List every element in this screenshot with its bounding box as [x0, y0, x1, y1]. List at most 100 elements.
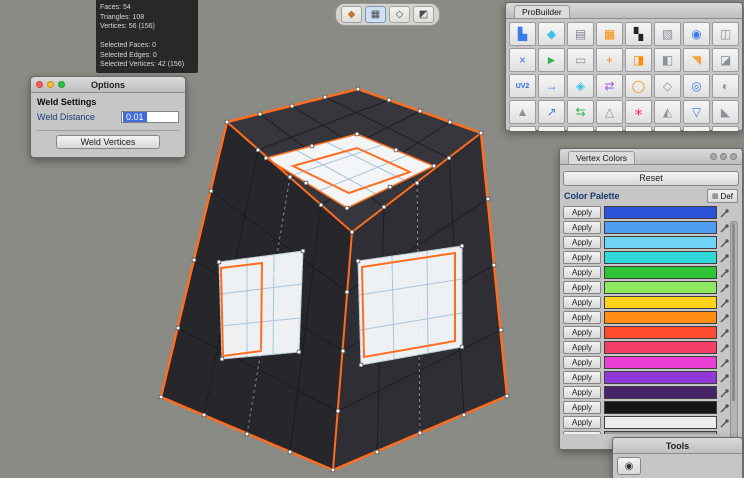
color-swatch[interactable]: [604, 236, 717, 249]
object-mode-icon[interactable]: ◆: [341, 6, 362, 23]
vertex-handle[interactable]: [331, 468, 335, 472]
color-swatch[interactable]: [604, 281, 717, 294]
vertex-handle[interactable]: [505, 394, 509, 398]
color-swatch[interactable]: [604, 326, 717, 339]
color-swatch[interactable]: [604, 416, 717, 429]
eyedropper-icon[interactable]: [720, 223, 730, 233]
vertex-handle[interactable]: [297, 350, 301, 354]
color-swatch[interactable]: [604, 221, 717, 234]
vertex-handle[interactable]: [202, 413, 206, 417]
vertex-colors-titlebar[interactable]: Vertex Colors: [560, 149, 742, 165]
eyedropper-icon[interactable]: [720, 358, 730, 368]
tools-titlebar[interactable]: Tools: [613, 438, 742, 454]
color-swatch[interactable]: [604, 266, 717, 279]
right-window[interactable]: [358, 246, 462, 365]
options-titlebar[interactable]: Options: [31, 77, 185, 93]
left-window[interactable]: [219, 251, 303, 359]
select-loop-icon[interactable]: ◇: [654, 74, 681, 98]
apply-button[interactable]: Apply: [563, 431, 601, 434]
vertex-handle[interactable]: [499, 328, 503, 332]
delete-faces-icon[interactable]: ◗: [596, 126, 623, 131]
vertex-handle[interactable]: [345, 290, 349, 294]
color-swatch[interactable]: [604, 311, 717, 324]
select-hole-icon[interactable]: ◎: [683, 74, 710, 98]
vertex-handle[interactable]: [217, 260, 221, 264]
new-shape-icon[interactable]: ▙: [509, 22, 536, 46]
apply-button[interactable]: Apply: [563, 206, 601, 219]
vertex-handle[interactable]: [387, 98, 391, 102]
generate-uv2-icon[interactable]: UV2: [509, 74, 536, 98]
eyedropper-icon[interactable]: [720, 403, 730, 413]
vertex-handle[interactable]: [264, 156, 268, 160]
weld-distance-input[interactable]: 0.01: [121, 111, 179, 123]
vertex-handle[interactable]: [220, 357, 224, 361]
vertex-handle[interactable]: [258, 112, 262, 116]
split-vertices-icon[interactable]: ◤: [509, 126, 536, 131]
edge-mode-icon[interactable]: ◇: [389, 6, 410, 23]
eyedropper-icon[interactable]: [720, 433, 730, 435]
vertex-handle[interactable]: [448, 120, 452, 124]
offset-elements-icon[interactable]: ▣: [712, 126, 739, 131]
vertex-colors-icon[interactable]: ▚: [625, 22, 652, 46]
vertex-handle[interactable]: [462, 413, 466, 417]
apply-button[interactable]: Apply: [563, 296, 601, 309]
color-swatch[interactable]: [604, 206, 717, 219]
vertex-handle[interactable]: [304, 181, 308, 185]
bevel-edges-icon[interactable]: △: [596, 100, 623, 124]
weld-vertices-button[interactable]: Weld Vertices: [56, 135, 161, 149]
apply-button[interactable]: Apply: [563, 401, 601, 414]
eyedropper-icon[interactable]: [720, 283, 730, 293]
vertex-handle[interactable]: [209, 189, 213, 193]
apply-button[interactable]: Apply: [563, 311, 601, 324]
vertex-handle[interactable]: [394, 148, 398, 152]
vertex-handle[interactable]: [319, 203, 323, 207]
window-dot-icon[interactable]: [730, 153, 737, 160]
subdivide-faces-icon[interactable]: ▞: [683, 126, 710, 131]
invert-selection-icon[interactable]: ⇄: [596, 74, 623, 98]
uv-editor-icon[interactable]: ▦: [596, 22, 623, 46]
apply-button[interactable]: Apply: [563, 266, 601, 279]
merge-faces-icon[interactable]: ◬: [625, 126, 652, 131]
flip-face-edge-icon[interactable]: ↔: [654, 126, 681, 131]
vertex-handle[interactable]: [176, 326, 180, 330]
new-poly-shape-icon[interactable]: ◆: [538, 22, 565, 46]
smoothing-editor-icon[interactable]: ▧: [654, 22, 681, 46]
vertex-handle[interactable]: [492, 263, 496, 267]
palette-scrollbar[interactable]: [730, 221, 738, 445]
reset-button[interactable]: Reset: [563, 171, 739, 186]
vertex-handle[interactable]: [225, 120, 229, 124]
vertex-handle[interactable]: [192, 258, 196, 262]
probuilder-titlebar[interactable]: ProBuilder: [506, 3, 742, 19]
connect-edges-icon[interactable]: ∗: [625, 100, 652, 124]
color-swatch[interactable]: [604, 386, 717, 399]
vertex-handle[interactable]: [288, 450, 292, 454]
extrude-faces-icon[interactable]: ↗: [538, 100, 565, 124]
eyedropper-icon[interactable]: [720, 298, 730, 308]
apply-button[interactable]: Apply: [563, 251, 601, 264]
select-by-material-icon[interactable]: ◐: [712, 74, 739, 98]
vertex-handle[interactable]: [323, 95, 327, 99]
eyedropper-icon[interactable]: [720, 238, 730, 248]
flip-normals-icon[interactable]: ×: [509, 48, 536, 72]
vertex-handle[interactable]: [486, 197, 490, 201]
vertex-handle[interactable]: [388, 185, 392, 189]
window-dot-icon[interactable]: [720, 153, 727, 160]
eyedropper-icon[interactable]: [720, 373, 730, 383]
vertex-handle[interactable]: [350, 230, 354, 234]
apply-button[interactable]: Apply: [563, 416, 601, 429]
apply-button[interactable]: Apply: [563, 341, 601, 354]
color-swatch[interactable]: [604, 431, 717, 434]
apply-button[interactable]: Apply: [563, 356, 601, 369]
vertex-handle[interactable]: [310, 144, 314, 148]
detach-faces-icon[interactable]: ◖: [567, 126, 594, 131]
eyedropper-icon[interactable]: [720, 418, 730, 428]
vertex-handle[interactable]: [355, 132, 359, 136]
triangulate-icon[interactable]: ◨: [625, 48, 652, 72]
cube-mesh[interactable]: [159, 87, 509, 472]
tool-button[interactable]: ◉: [617, 457, 641, 475]
vertex-handle[interactable]: [418, 431, 422, 435]
mirror-objects-icon[interactable]: ◉: [683, 22, 710, 46]
vertex-handle[interactable]: [336, 409, 340, 413]
subdivide-object-icon[interactable]: ►: [538, 48, 565, 72]
export-icon[interactable]: ◥: [683, 48, 710, 72]
